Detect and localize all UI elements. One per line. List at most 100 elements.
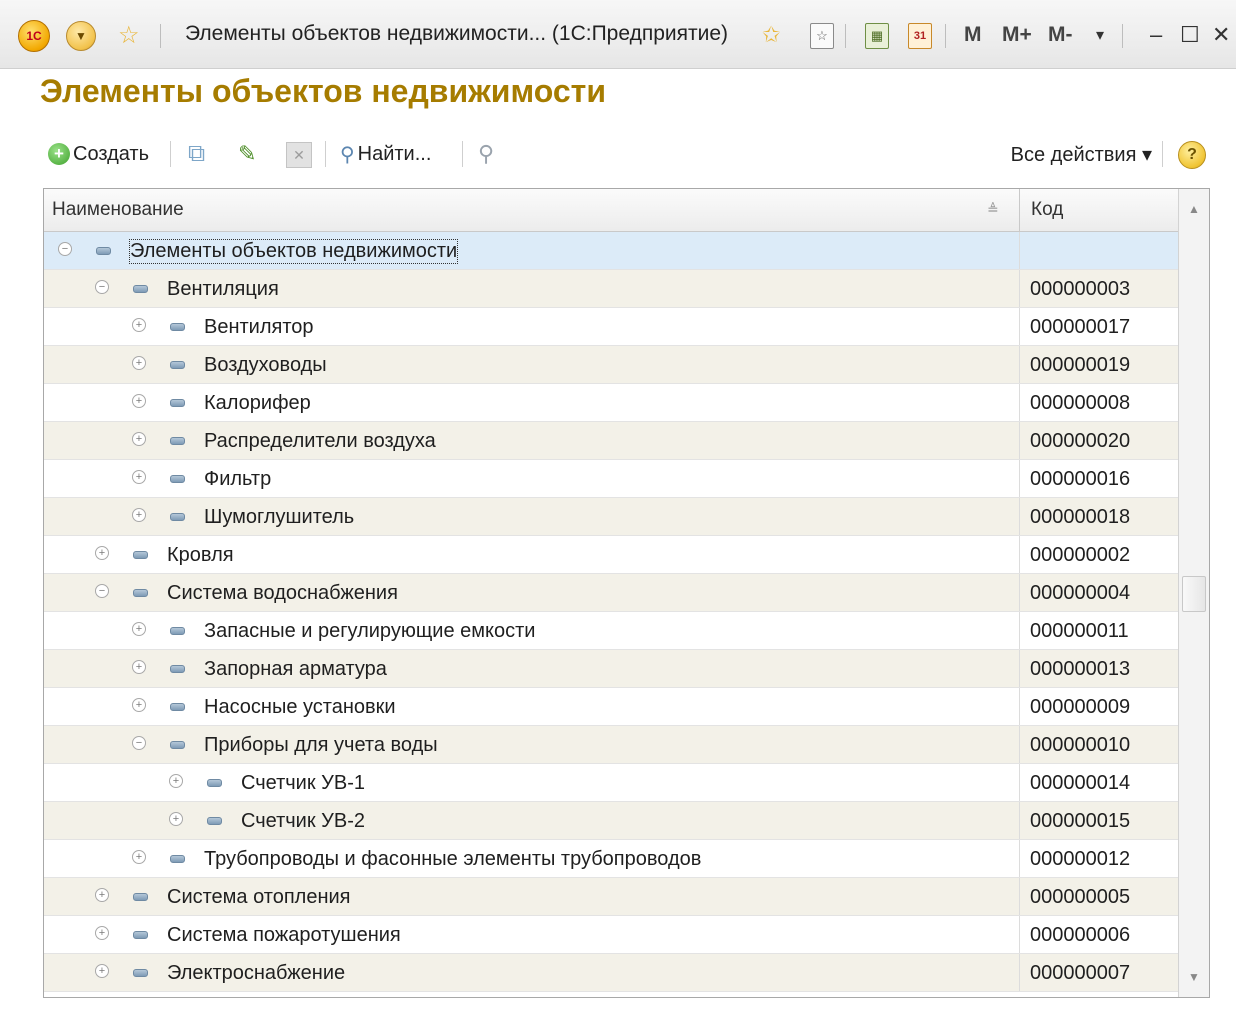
- scroll-up-arrow-icon[interactable]: ▲: [1179, 191, 1209, 227]
- table-row[interactable]: + Распределители воздуха 000000020: [44, 422, 1178, 460]
- edit-pencil-icon[interactable]: ✎: [238, 135, 256, 173]
- table-row[interactable]: + Воздуховоды 000000019: [44, 346, 1178, 384]
- group-icon: [133, 893, 148, 901]
- row-name: Кровля: [167, 544, 234, 566]
- table-row[interactable]: + Кровля 000000002: [44, 536, 1178, 574]
- all-actions-menu[interactable]: Все действия ▾: [1011, 135, 1152, 173]
- cell-divider: [1019, 726, 1020, 763]
- row-name: Насосные установки: [204, 696, 396, 718]
- cell-divider: [1019, 916, 1020, 953]
- expand-icon[interactable]: +: [132, 394, 146, 408]
- expand-icon[interactable]: +: [132, 850, 146, 864]
- delete-mark-icon[interactable]: ✕: [286, 142, 312, 168]
- memory-minus-label: M-: [1048, 23, 1073, 46]
- expand-icon[interactable]: +: [95, 964, 109, 978]
- close-icon[interactable]: ✕: [1212, 20, 1230, 50]
- row-code: 000000017: [1030, 316, 1131, 338]
- group-icon: [170, 361, 185, 369]
- table-row[interactable]: + Вентилятор 000000017: [44, 308, 1178, 346]
- table-body: − Элементы объектов недвижимости − Вентиляц…: [44, 232, 1178, 992]
- row-name: Элементы объектов недвижимости: [128, 239, 459, 264]
- window-title-bar: 1С ▼ ☆ Элементы объектов недвижимости...…: [0, 0, 1236, 69]
- row-name: Система отопления: [167, 886, 351, 908]
- collapse-icon[interactable]: −: [95, 280, 109, 294]
- table-row[interactable]: + Электроснабжение 000000007: [44, 954, 1178, 992]
- table-row[interactable]: + Счетчик УВ-1 000000014: [44, 764, 1178, 802]
- vertical-scrollbar[interactable]: ▲ ▼: [1178, 189, 1209, 997]
- row-name: Запасные и регулирующие емкости: [204, 620, 536, 642]
- expand-icon[interactable]: +: [132, 318, 146, 332]
- scrollbar-thumb[interactable]: [1182, 576, 1206, 612]
- row-name: Фильтр: [204, 468, 272, 490]
- collapse-icon[interactable]: −: [95, 584, 109, 598]
- row-code: 000000010: [1030, 734, 1131, 756]
- favorites-star-icon[interactable]: ☆: [118, 20, 140, 50]
- row-name: Воздуховоды: [204, 354, 327, 376]
- group-icon: [133, 551, 148, 559]
- cell-divider: [1019, 688, 1020, 725]
- table-row[interactable]: + Фильтр 000000016: [44, 460, 1178, 498]
- calculator-icon[interactable]: ▦: [865, 23, 889, 49]
- page-title: Элементы объектов недвижимости: [40, 73, 606, 109]
- expand-icon[interactable]: +: [95, 546, 109, 560]
- table-row[interactable]: + Система пожаротушения 000000006: [44, 916, 1178, 954]
- memory-minus-button[interactable]: M-: [1048, 20, 1073, 50]
- cell-divider: [1019, 308, 1020, 345]
- add-favorite-star-icon[interactable]: ✩: [762, 20, 780, 50]
- bookmark-icon[interactable]: ☆: [810, 23, 834, 49]
- find-button[interactable]: ⚲ Найти...: [340, 135, 431, 173]
- calendar-icon[interactable]: 31: [908, 23, 932, 49]
- scroll-down-arrow-icon[interactable]: ▼: [1179, 959, 1209, 995]
- column-divider[interactable]: [1019, 189, 1020, 231]
- expand-icon[interactable]: +: [95, 888, 109, 902]
- expand-icon[interactable]: +: [169, 812, 183, 826]
- table-row[interactable]: + Калорифер 000000008: [44, 384, 1178, 422]
- title-separator: [945, 24, 946, 48]
- memory-m-button[interactable]: M: [964, 20, 982, 50]
- memory-plus-button[interactable]: M+: [1002, 20, 1032, 50]
- expand-icon[interactable]: +: [132, 660, 146, 674]
- expand-icon[interactable]: +: [132, 698, 146, 712]
- table-row[interactable]: + Трубопроводы и фасонные элементы трубоп…: [44, 840, 1178, 878]
- sort-ascending-icon[interactable]: ≜: [987, 201, 999, 218]
- find-button-label: Найти...: [357, 142, 432, 165]
- copy-icon[interactable]: ⧉: [188, 135, 205, 173]
- create-button-label: Создать: [73, 142, 150, 165]
- expand-icon[interactable]: +: [132, 622, 146, 636]
- help-icon[interactable]: ?: [1178, 141, 1206, 169]
- help-label: ?: [1187, 146, 1197, 163]
- expand-icon[interactable]: +: [132, 508, 146, 522]
- cancel-search-icon[interactable]: ⚲: [478, 135, 494, 173]
- table-row[interactable]: + Запасные и регулирующие емкости 00000001…: [44, 612, 1178, 650]
- row-code: 000000020: [1030, 430, 1131, 452]
- expand-icon[interactable]: +: [169, 774, 183, 788]
- main-menu-chevron-icon[interactable]: ▼: [66, 21, 96, 51]
- row-code: 000000005: [1030, 886, 1131, 908]
- maximize-icon[interactable]: ☐: [1180, 20, 1200, 50]
- column-header-code[interactable]: Код: [1031, 199, 1063, 221]
- create-button[interactable]: + Создать: [48, 135, 149, 173]
- collapse-icon[interactable]: −: [132, 736, 146, 750]
- table-row[interactable]: + Шумоглушитель 000000018: [44, 498, 1178, 536]
- collapse-icon[interactable]: −: [58, 242, 72, 256]
- cell-divider: [1019, 574, 1020, 611]
- table-row[interactable]: + Система отопления 000000005: [44, 878, 1178, 916]
- 1c-logo-icon[interactable]: 1С: [18, 20, 50, 52]
- table-row[interactable]: − Вентиляция 000000003: [44, 270, 1178, 308]
- cell-divider: [1019, 764, 1020, 801]
- table-row[interactable]: + Запорная арматура 000000013: [44, 650, 1178, 688]
- expand-icon[interactable]: +: [95, 926, 109, 940]
- expand-icon[interactable]: +: [132, 470, 146, 484]
- table-row[interactable]: + Насосные установки 000000009: [44, 688, 1178, 726]
- expand-icon[interactable]: +: [132, 356, 146, 370]
- column-header-name[interactable]: Наименование: [52, 199, 184, 221]
- row-name: Счетчик УВ-2: [241, 810, 365, 832]
- table-row[interactable]: + Счетчик УВ-2 000000015: [44, 802, 1178, 840]
- table-row[interactable]: − Приборы для учета воды 000000010: [44, 726, 1178, 764]
- minimize-icon[interactable]: –: [1150, 20, 1162, 50]
- row-code: 000000009: [1030, 696, 1131, 718]
- table-row[interactable]: − Элементы объектов недвижимости: [44, 232, 1178, 270]
- expand-icon[interactable]: +: [132, 432, 146, 446]
- dropdown-arrow-icon[interactable]: ▾: [1096, 20, 1104, 50]
- table-row[interactable]: − Система водоснабжения 000000004: [44, 574, 1178, 612]
